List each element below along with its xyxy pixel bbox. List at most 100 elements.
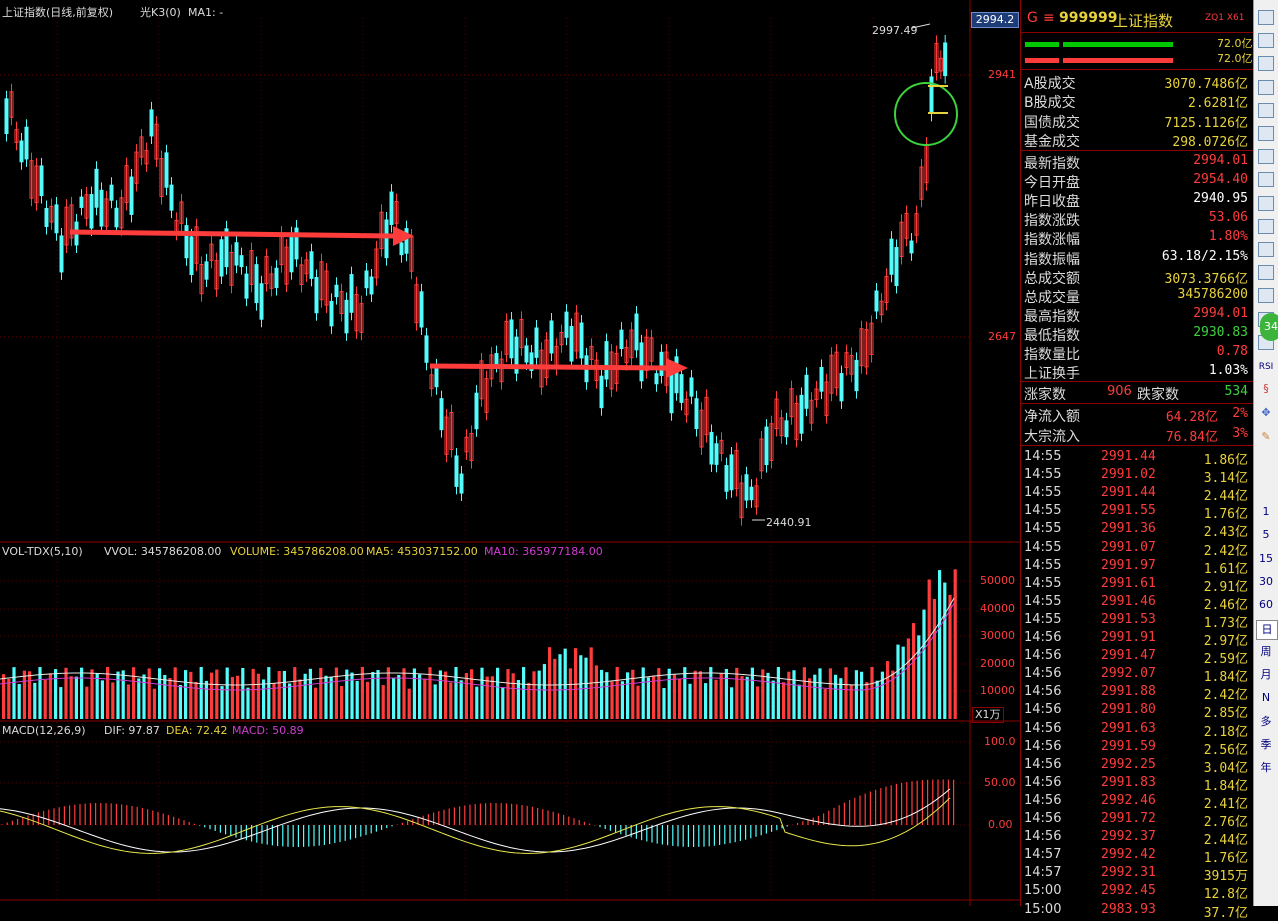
s-icon[interactable]: § (1256, 380, 1276, 398)
volume-bar (158, 668, 162, 719)
quote-row: 总成交量 345786200 (1021, 286, 1254, 306)
volume-bar (652, 675, 656, 719)
candle-body (564, 311, 569, 338)
volume-bar (901, 646, 905, 719)
f10-icon[interactable] (1258, 195, 1274, 211)
volume-bar (54, 669, 58, 719)
candle-body (369, 276, 374, 295)
volume-bar (444, 671, 448, 719)
candle-body (454, 455, 459, 487)
volume-bar (178, 685, 182, 719)
grid-icon[interactable] (1258, 56, 1274, 72)
g-icon[interactable]: G (1027, 10, 1038, 26)
move-icon[interactable]: ✥ (1256, 404, 1276, 422)
tick-price: 2991.63 (1101, 720, 1156, 736)
period-button[interactable]: 年 (1256, 759, 1276, 777)
candle-body (909, 240, 914, 254)
candle-body (749, 486, 754, 501)
volume-bar (891, 670, 895, 719)
volume-bar (938, 570, 942, 719)
volume-bar (454, 667, 458, 719)
tick-price: 2991.97 (1101, 557, 1156, 573)
pencil-icon[interactable]: ✎ (1256, 428, 1276, 446)
flow-pct: 3% (1232, 425, 1248, 441)
tick-time: 14:55 (1024, 593, 1062, 609)
candle-body (99, 189, 104, 227)
candle-body (19, 140, 24, 163)
macd-y-50: 50.00 (984, 776, 1016, 789)
volume-bar (782, 682, 786, 719)
menu-icon[interactable]: ≡ (1043, 10, 1055, 26)
volume-bar (334, 667, 338, 719)
volume-bar (142, 674, 146, 719)
notification-badge[interactable]: 34 (1260, 313, 1278, 341)
period-button[interactable]: 5 (1256, 526, 1276, 544)
volume-bar (672, 674, 676, 719)
volume-bar (43, 679, 47, 719)
period-button[interactable]: 多 (1256, 713, 1276, 731)
volume-bar (641, 667, 645, 719)
report-icon[interactable] (1258, 218, 1274, 234)
period-button[interactable]: 15 (1256, 550, 1276, 568)
period-button[interactable]: N (1256, 689, 1276, 707)
page-icon[interactable] (1258, 242, 1274, 257)
quote-row-value: 2954.40 (1193, 172, 1248, 188)
f2-icon[interactable] (1258, 288, 1274, 304)
volume-bar (896, 644, 900, 719)
period-button[interactable]: 周 (1256, 643, 1276, 661)
candle-icon[interactable] (1258, 126, 1274, 141)
period-button[interactable]: 日 (1256, 619, 1278, 640)
candle-body (94, 168, 99, 208)
kline-chart-area[interactable]: 上证指数(日线,前复权) 光K3(0) MA1: - 2994.2 2941 2… (0, 0, 1020, 906)
stat-row-label: A股成交 (1024, 76, 1076, 92)
volume-bar (906, 638, 910, 719)
volume-bar (636, 685, 640, 719)
period-button[interactable]: 30 (1256, 573, 1276, 591)
candle-body (24, 126, 29, 160)
candle-body (534, 327, 539, 358)
vol-indicator-name: VOL-TDX(5,10) (2, 545, 83, 558)
candle-body (474, 392, 479, 430)
table-icon[interactable] (1258, 79, 1274, 95)
chart-canvas[interactable] (0, 0, 1020, 906)
volume-bar (2, 674, 6, 719)
f1-icon[interactable] (1258, 265, 1274, 281)
volume-bar (912, 623, 916, 719)
volume-bar (813, 674, 817, 719)
tick-row: 14:55 2991.44 1.86亿 (1021, 448, 1254, 468)
news-icon[interactable] (1258, 172, 1274, 188)
candle-body (344, 299, 349, 334)
volume-bar (241, 667, 245, 719)
down-arrow-icon[interactable] (1258, 33, 1274, 49)
volume-bar (854, 670, 858, 719)
volume-bar (17, 684, 21, 719)
volume-bar (522, 667, 526, 719)
candle-body (799, 394, 804, 434)
tick-row: 14:55 2991.97 1.61亿 (1021, 557, 1254, 577)
volume-bar (516, 680, 520, 719)
volume-bar (194, 681, 198, 719)
volume-bar (579, 655, 583, 719)
quote-row-value: 63.18/2.15% (1161, 248, 1248, 264)
candle-body (384, 219, 389, 259)
candle-body (764, 426, 769, 466)
tick-price: 2991.91 (1101, 630, 1156, 645)
volume-bar (173, 667, 177, 719)
period-button[interactable]: 月 (1256, 666, 1276, 684)
period-button[interactable]: 季 (1256, 736, 1276, 754)
period-button[interactable]: 1 (1256, 503, 1276, 521)
volume-bar (776, 667, 780, 719)
line-chart-icon[interactable] (1258, 102, 1274, 118)
candle-body (889, 238, 894, 275)
stat-row-label: 基金成交 (1024, 133, 1080, 150)
tick-time: 14:55 (1024, 539, 1062, 555)
list-icon[interactable] (1258, 149, 1274, 165)
period-button[interactable]: 60 (1256, 596, 1276, 614)
candle-body (114, 207, 119, 228)
up-arrow-icon[interactable] (1258, 10, 1274, 25)
volume-bar (496, 667, 500, 719)
volume-bar (210, 672, 214, 719)
volume-bar (397, 674, 401, 719)
rsi-button[interactable]: RSI (1256, 358, 1276, 376)
ma-label: MA1: - (188, 6, 224, 19)
